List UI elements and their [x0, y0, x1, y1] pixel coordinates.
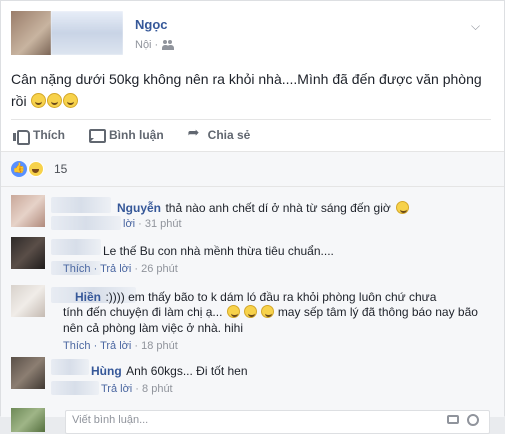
commenter-avatar[interactable] — [11, 195, 45, 227]
comment-input[interactable]: Viết bình luận... — [65, 410, 490, 434]
comment-text-line2b: may sếp tâm lý đã thông báo nay bão — [277, 305, 478, 319]
comment-time[interactable]: 18 phút — [141, 340, 178, 352]
comment-text: thả nào anh chết dí ở nhà từ sáng đến gi… — [165, 201, 391, 215]
author-avatar[interactable] — [11, 11, 123, 55]
commenter-avatar[interactable] — [11, 237, 45, 269]
haha-reaction-icon — [28, 161, 44, 177]
post-location-time[interactable]: Nội · — [135, 39, 158, 51]
chevron-down-icon[interactable]: ⌵ — [471, 19, 485, 33]
smile-emoji — [226, 305, 240, 318]
tongue-emoji — [396, 201, 410, 214]
post-card: Ngọc Nội · ⌵ Cân nặng dưới 50kg không nê… — [0, 0, 505, 434]
comment-meta: Trả lời · 8 phút — [101, 383, 173, 395]
comment-meta: lời · 31 phút — [123, 218, 182, 230]
current-user-avatar — [11, 408, 45, 432]
commenter-name[interactable]: Hiền — [75, 290, 101, 304]
comments-section: Nguyễn thả nào anh chết dí ở nhà từ sáng… — [1, 186, 504, 434]
comment-meta: Thích · Trả lời · 26 phút — [63, 263, 178, 275]
comment-item: Hiền :)))) em thấy bão to k dám ló đầu r… — [11, 285, 491, 355]
share-arrow-icon — [188, 125, 202, 142]
comment-label: Bình luận — [109, 127, 164, 142]
comment-time[interactable]: 31 phút — [145, 218, 182, 230]
comment-button[interactable]: Bình luận — [89, 127, 164, 143]
post-text: Cân nặng dưới 50kg không nên ra khỏi nhà… — [11, 71, 482, 109]
reply-link[interactable]: Trả lời — [101, 383, 132, 395]
share-label: Chia sẻ — [207, 127, 251, 142]
thumbs-up-icon — [13, 128, 30, 145]
reactions-bar[interactable]: 👍 15 — [1, 151, 504, 186]
camera-icon[interactable] — [447, 415, 459, 424]
commenter-name[interactable]: Nguyễn — [117, 201, 161, 215]
laugh-emoji — [47, 93, 63, 108]
share-button[interactable]: Chia sẻ — [188, 125, 251, 142]
smile-emoji — [244, 305, 258, 318]
reaction-count[interactable]: 15 — [54, 162, 67, 176]
post-meta: Nội · — [135, 39, 175, 51]
commenter-avatar[interactable] — [11, 285, 45, 317]
comment-icon — [89, 128, 106, 143]
comment-text-line1: :)))) em thấy bão to k dám ló đầu ra khỏ… — [105, 290, 437, 304]
post-actions: Thích Bình luận Chia sẻ — [11, 119, 491, 149]
laugh-emoji — [63, 93, 79, 108]
smile-emoji — [261, 305, 275, 318]
reply-link[interactable]: lời — [123, 218, 135, 230]
comment-item: Hùng Anh 60kgs... Đi tốt hen Trả lời · 8… — [11, 357, 491, 397]
friends-audience-icon[interactable] — [162, 40, 175, 50]
comment-meta: Thích · Trả lời · 18 phút — [63, 340, 178, 352]
like-reply-links[interactable]: Thích · Trả lời — [63, 340, 131, 352]
write-comment-row: Viết bình luận... — [11, 402, 491, 434]
comment-text-line2: tính đến chuyện đi làm chị ạ... — [63, 305, 223, 319]
commenter-avatar[interactable] — [11, 357, 45, 389]
comment-text: Anh 60kgs... Đi tốt hen — [126, 364, 248, 378]
like-label: Thích — [33, 127, 65, 142]
comment-text: Le thế Bu con nhà mềnh thừa tiêu chuẩn..… — [103, 244, 334, 258]
comment-item: Nguyễn thả nào anh chết dí ở nhà từ sáng… — [11, 195, 491, 231]
comment-time[interactable]: 8 phút — [142, 383, 173, 395]
like-reaction-icon: 👍 — [11, 161, 27, 177]
post-body: Cân nặng dưới 50kg không nên ra khỏi nhà… — [11, 68, 491, 112]
author-name[interactable]: Ngọc — [135, 17, 168, 32]
laugh-emoji — [31, 93, 47, 108]
comment-text-line3: nên cả phòng làm việc ở nhà. hihi — [63, 321, 243, 335]
comment-time[interactable]: 26 phút — [141, 263, 178, 275]
like-button[interactable]: Thích — [13, 127, 65, 145]
comment-item: Le thế Bu con nhà mềnh thừa tiêu chuẩn..… — [11, 237, 491, 279]
post-header: Ngọc Nội · ⌵ — [11, 11, 491, 56]
commenter-name[interactable]: Hùng — [91, 364, 122, 378]
like-reply-links[interactable]: Thích · Trả lời — [63, 263, 131, 275]
